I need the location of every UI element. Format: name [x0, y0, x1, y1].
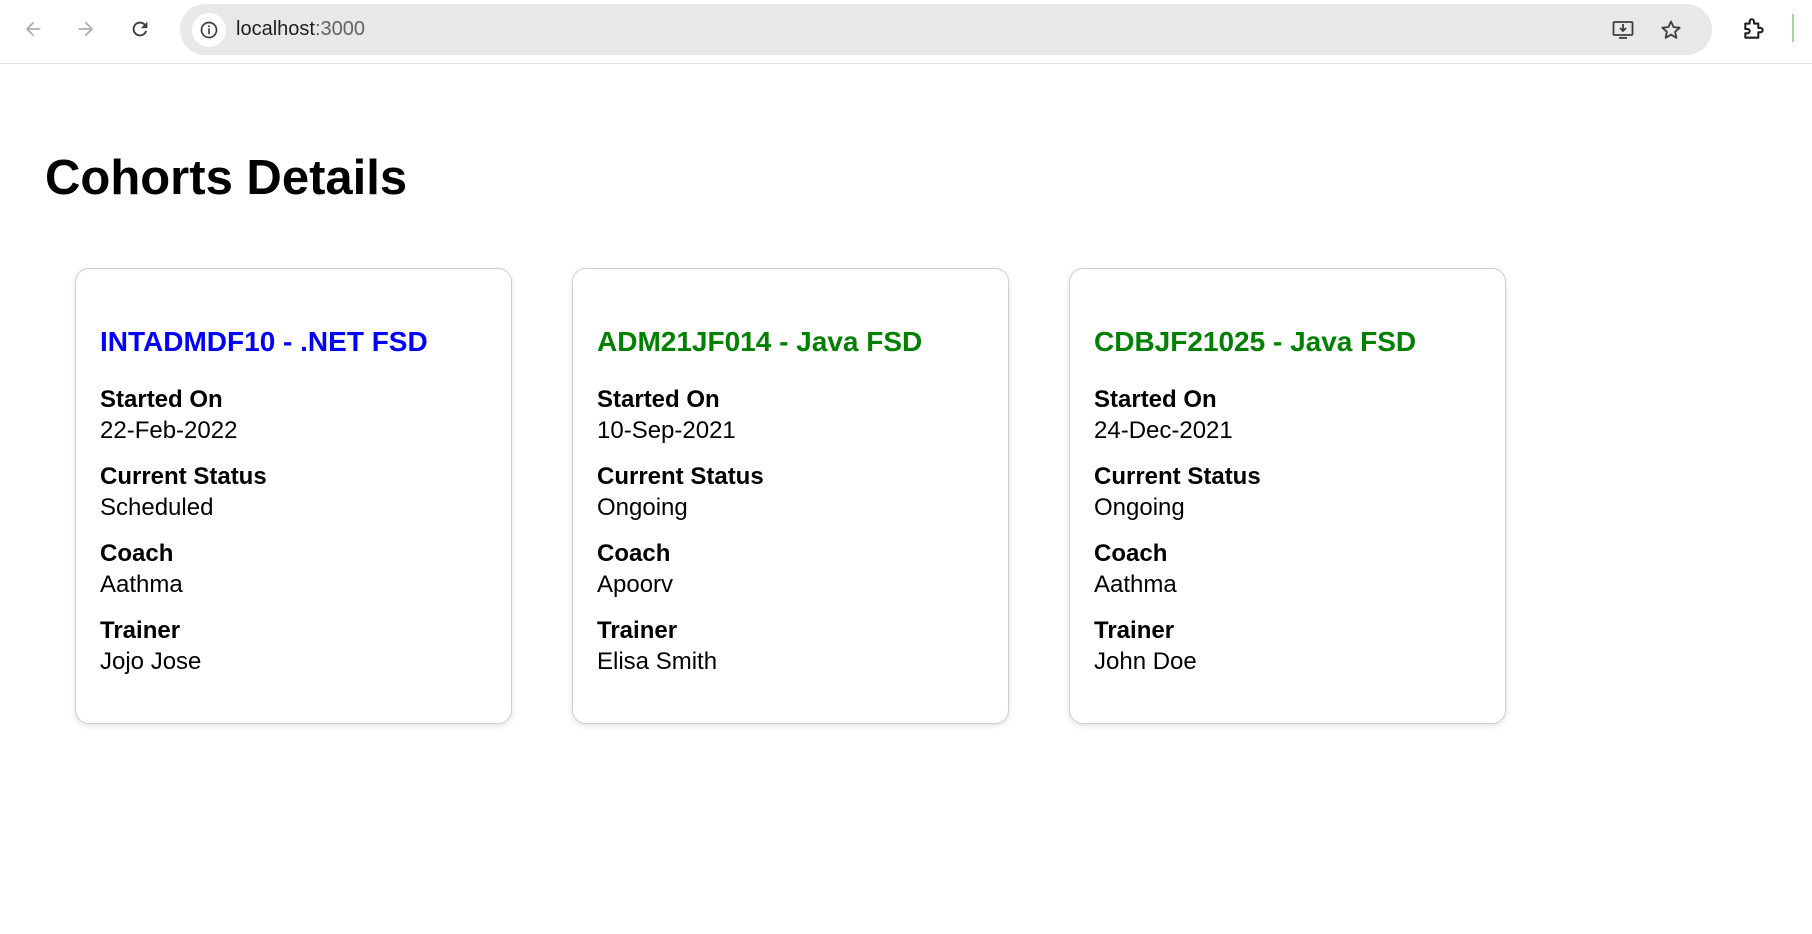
trainer-label: Trainer: [1094, 617, 1175, 644]
coach-value: Apoorv: [597, 571, 674, 598]
back-button[interactable]: [15, 11, 51, 47]
started-on-field: Started On 24-Dec-2021: [1094, 384, 1481, 447]
current-status-value: Scheduled: [100, 494, 214, 521]
started-on-label: Started On: [1094, 386, 1217, 413]
current-status-label: Current Status: [597, 463, 764, 490]
reload-button[interactable]: [122, 11, 158, 47]
cohort-card: INTADMDF10 - .NET FSD Started On 22-Feb-…: [75, 268, 512, 724]
trainer-value: Jojo Jose: [100, 648, 202, 675]
trainer-value: Elisa Smith: [597, 648, 718, 675]
started-on-label: Started On: [597, 386, 720, 413]
coach-label: Coach: [100, 540, 174, 567]
site-info-button[interactable]: [192, 13, 226, 47]
bookmark-button[interactable]: [1656, 15, 1686, 45]
coach-field: Coach Aathma: [1094, 538, 1481, 601]
puzzle-icon: [1744, 18, 1764, 39]
install-app-icon: [1612, 21, 1634, 39]
current-status-value: Ongoing: [597, 494, 688, 521]
current-status-label: Current Status: [1094, 463, 1261, 490]
info-icon: [200, 21, 218, 39]
coach-label: Coach: [1094, 540, 1168, 567]
coach-field: Coach Aathma: [100, 538, 487, 601]
extensions-button[interactable]: [1736, 11, 1772, 47]
address-bar[interactable]: localhost:3000: [180, 4, 1712, 55]
current-status-field: Current Status Scheduled: [100, 461, 487, 524]
started-on-value: 24-Dec-2021: [1094, 417, 1233, 444]
url-text[interactable]: localhost:3000: [236, 4, 365, 55]
coach-label: Coach: [597, 540, 671, 567]
trainer-field: Trainer John Doe: [1094, 615, 1481, 678]
url-host: localhost: [236, 18, 315, 40]
cohort-title: INTADMDF10 - .NET FSD: [100, 326, 428, 357]
current-status-label: Current Status: [100, 463, 267, 490]
current-status-value: Ongoing: [1094, 494, 1185, 521]
cohort-title: CDBJF21025 - Java FSD: [1094, 326, 1417, 357]
arrow-left-icon: [25, 21, 41, 37]
coach-field: Coach Apoorv: [597, 538, 984, 601]
current-status-field: Current Status Ongoing: [597, 461, 984, 524]
started-on-value: 10-Sep-2021: [597, 417, 736, 444]
page-title: Cohorts Details: [45, 151, 408, 205]
profile-indicator: [1792, 14, 1794, 42]
started-on-field: Started On 22-Feb-2022: [100, 384, 487, 447]
cohort-card-list: INTADMDF10 - .NET FSD Started On 22-Feb-…: [75, 268, 1506, 724]
started-on-field: Started On 10-Sep-2021: [597, 384, 984, 447]
trainer-field: Trainer Jojo Jose: [100, 615, 487, 678]
started-on-value: 22-Feb-2022: [100, 417, 238, 444]
coach-value: Aathma: [100, 571, 183, 598]
arrow-right-icon: [78, 21, 94, 37]
cohort-card: CDBJF21025 - Java FSD Started On 24-Dec-…: [1069, 268, 1506, 724]
reload-icon: [132, 21, 148, 37]
trainer-label: Trainer: [597, 617, 678, 644]
coach-value: Aathma: [1094, 571, 1177, 598]
cohort-title: ADM21JF014 - Java FSD: [597, 326, 923, 357]
started-on-label: Started On: [100, 386, 223, 413]
cohort-card: ADM21JF014 - Java FSD Started On 10-Sep-…: [572, 268, 1009, 724]
star-icon: [1661, 20, 1681, 39]
current-status-field: Current Status Ongoing: [1094, 461, 1481, 524]
trainer-field: Trainer Elisa Smith: [597, 615, 984, 678]
trainer-value: John Doe: [1094, 648, 1197, 675]
url-port: :3000: [314, 18, 365, 40]
forward-button[interactable]: [68, 11, 104, 47]
browser-toolbar: localhost:3000: [0, 0, 1812, 64]
install-app-button[interactable]: [1608, 15, 1638, 45]
trainer-label: Trainer: [100, 617, 181, 644]
